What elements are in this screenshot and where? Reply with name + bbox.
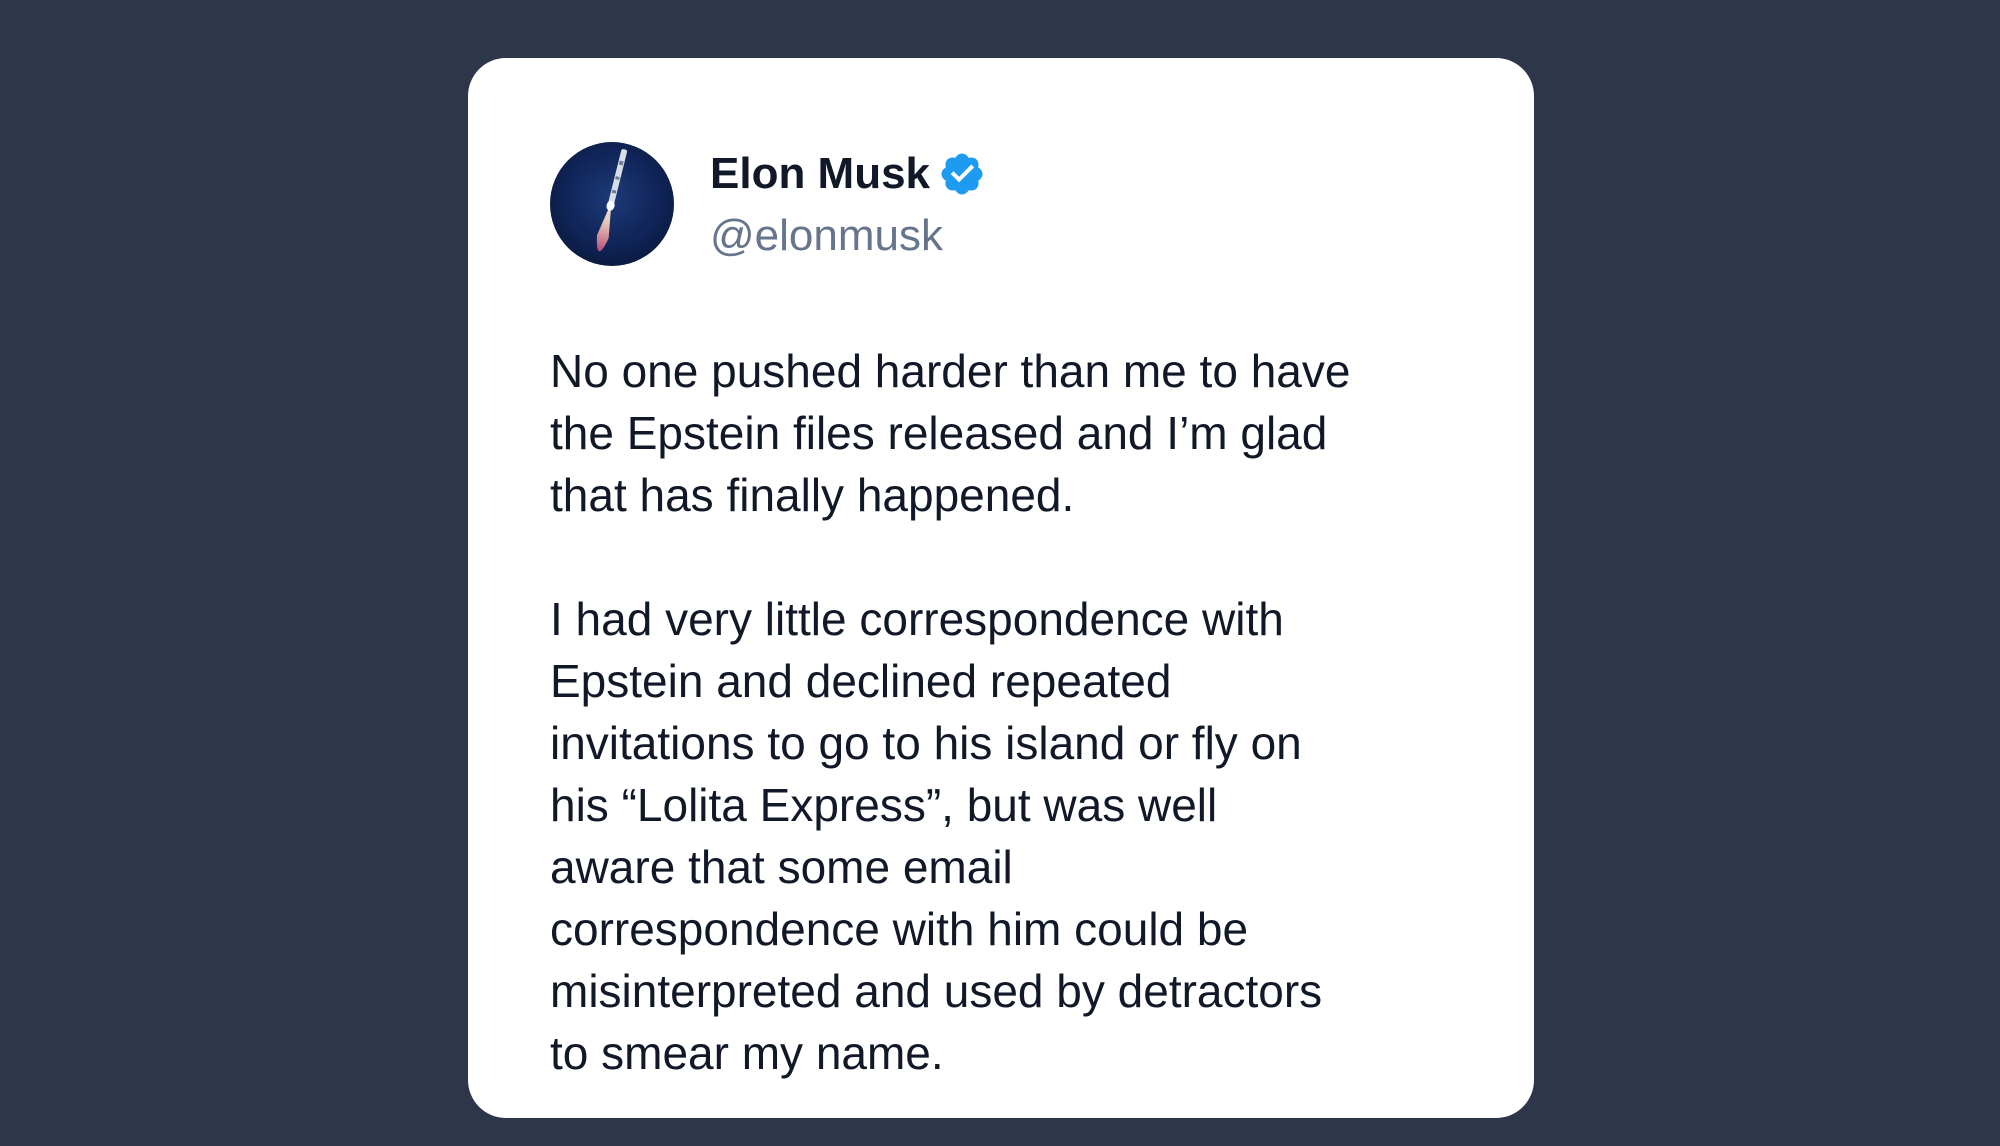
tweet-text-line: aware that some email <box>550 841 1013 893</box>
tweet-text-line: No one pushed harder than me to have <box>550 345 1351 397</box>
tweet-paragraph-2: I had very little correspondence with Ep… <box>550 588 1490 1084</box>
avatar[interactable] <box>550 142 674 266</box>
author-display-name[interactable]: Elon Musk <box>710 144 930 204</box>
author-name-row: Elon Musk <box>710 144 986 204</box>
tweet-text-line: correspondence with him could be <box>550 903 1249 955</box>
author-handle[interactable]: @elonmusk <box>710 206 943 266</box>
tweet-text-line: to smear my name. <box>550 1027 944 1079</box>
tweet-text-line: Epstein and declined repeated <box>550 655 1172 707</box>
rocket-launch-avatar-icon <box>550 142 674 266</box>
tweet-text-line: the Epstein files released and I’m glad <box>550 407 1328 459</box>
tweet-text-line: that has finally happened. <box>550 469 1075 521</box>
tweet-text-line: I had very little correspondence with <box>550 593 1284 645</box>
tweet-text-line: his “Lolita Express”, but was well <box>550 779 1218 831</box>
tweet-paragraph-1: No one pushed harder than me to have the… <box>550 340 1490 526</box>
tweet-text-line: invitations to go to his island or fly o… <box>550 717 1302 769</box>
tweet-card: Elon Musk @elonmusk No one pushed harder… <box>468 58 1534 1118</box>
tweet-text-line: misinterpreted and used by detractors <box>550 965 1323 1017</box>
tweet-body: No one pushed harder than me to have the… <box>550 340 1490 1146</box>
verified-badge-icon <box>938 150 986 198</box>
